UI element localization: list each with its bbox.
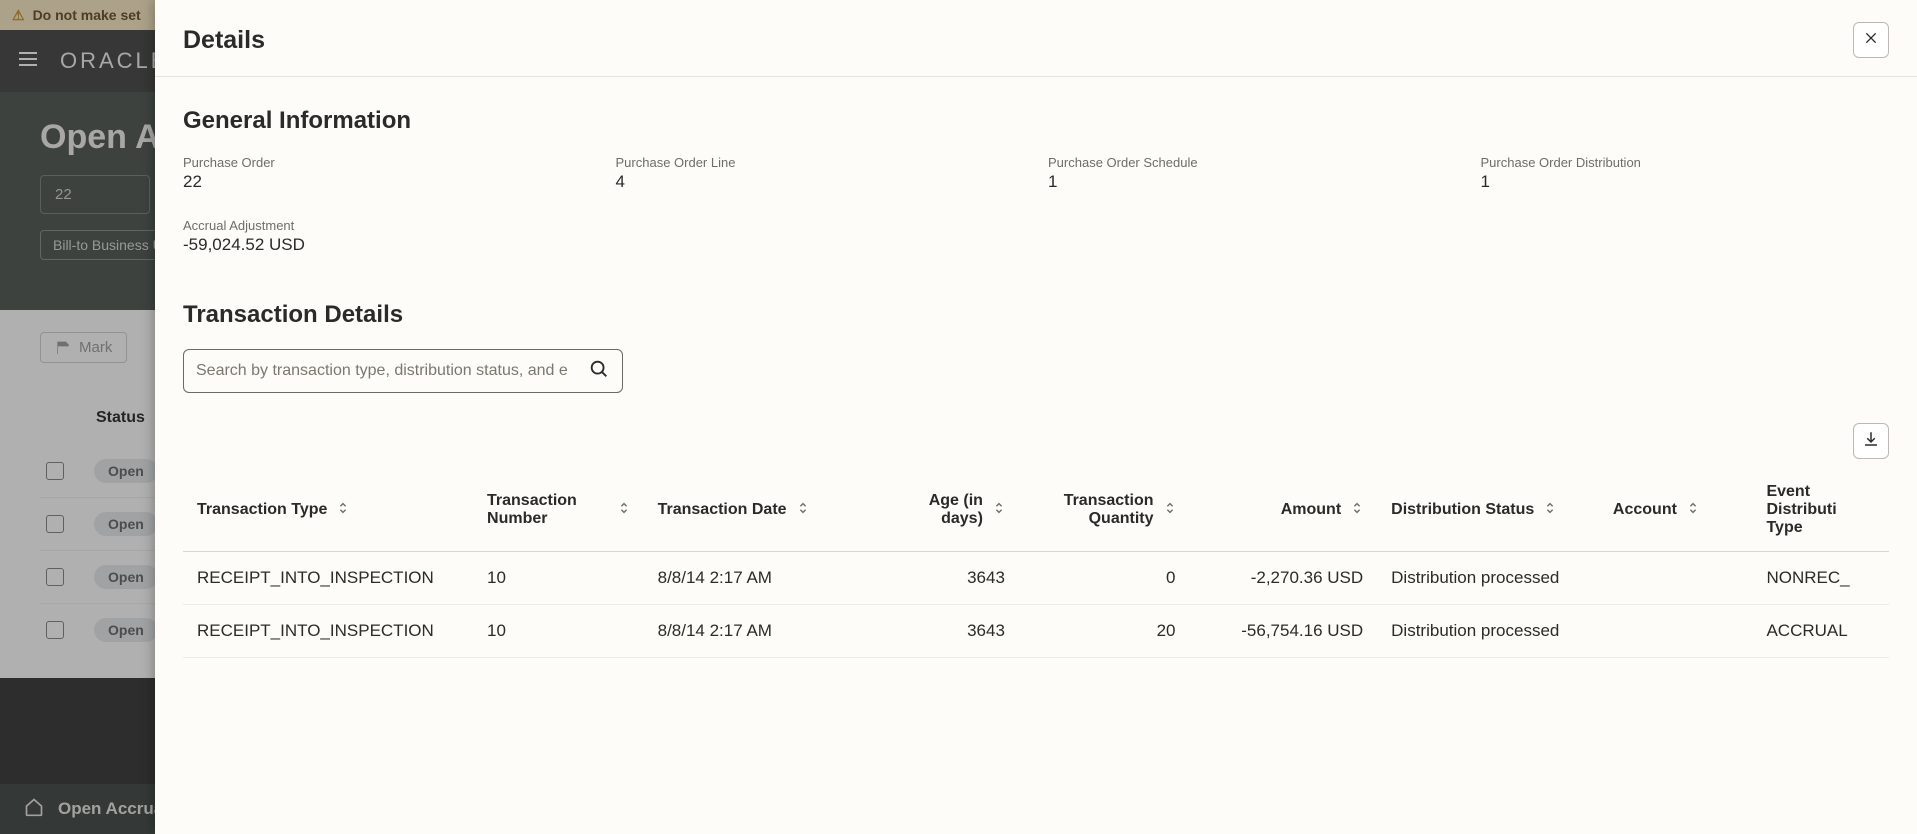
sort-icon (797, 501, 809, 520)
col-label: Transaction Type (197, 501, 327, 519)
field-purchase-order-distribution: Purchase Order Distribution 1 (1481, 155, 1890, 192)
col-label: Age (in days) (896, 492, 982, 528)
transaction-details-heading: Transaction Details (183, 301, 1889, 329)
download-row (183, 423, 1889, 459)
sort-icon (337, 501, 349, 520)
cell-age: 3643 (882, 605, 1018, 658)
cell-qty: 0 (1019, 552, 1190, 605)
col-transaction-date[interactable]: Transaction Date (644, 469, 883, 552)
sort-icon (1687, 501, 1699, 520)
col-label: Distribution Status (1391, 501, 1534, 519)
cell-amount: -56,754.16 USD (1190, 605, 1378, 658)
table-row[interactable]: RECEIPT_INTO_INSPECTION 10 8/8/14 2:17 A… (183, 605, 1889, 658)
download-button[interactable] (1853, 423, 1889, 459)
field-purchase-order-schedule: Purchase Order Schedule 1 (1048, 155, 1457, 192)
sort-icon (1544, 501, 1556, 520)
search-row (183, 349, 1889, 393)
transactions-table: Transaction Type Transaction Number Tran… (183, 469, 1889, 658)
cell-date: 8/8/14 2:17 AM (644, 552, 883, 605)
field-value: -59,024.52 USD (183, 235, 592, 255)
col-label: Transaction Quantity (1033, 492, 1154, 528)
col-label: Transaction Number (487, 492, 608, 528)
col-event-distribution-type[interactable]: Event Distributi Type (1752, 469, 1889, 552)
field-label: Accrual Adjustment (183, 218, 592, 233)
col-transaction-quantity[interactable]: Transaction Quantity (1019, 469, 1190, 552)
col-distribution-status[interactable]: Distribution Status (1377, 469, 1599, 552)
general-info-heading: General Information (183, 107, 1889, 135)
col-label: Event Distributi Type (1766, 483, 1875, 537)
search-icon[interactable] (588, 358, 610, 385)
field-value: 4 (616, 172, 1025, 192)
download-icon (1862, 430, 1880, 453)
col-label: Account (1613, 501, 1677, 519)
field-value: 1 (1048, 172, 1457, 192)
col-label: Amount (1281, 501, 1341, 519)
panel-header: Details (155, 0, 1917, 77)
close-icon (1863, 30, 1879, 51)
cell-number: 10 (473, 552, 644, 605)
field-label: Purchase Order Schedule (1048, 155, 1457, 170)
col-transaction-type[interactable]: Transaction Type (183, 469, 473, 552)
col-account[interactable]: Account (1599, 469, 1753, 552)
sort-icon (618, 501, 630, 520)
cell-type: RECEIPT_INTO_INSPECTION (183, 605, 473, 658)
cell-event-type: NONREC_ (1752, 552, 1889, 605)
table-row[interactable]: RECEIPT_INTO_INSPECTION 10 8/8/14 2:17 A… (183, 552, 1889, 605)
field-accrual-adjustment: Accrual Adjustment -59,024.52 USD (183, 218, 592, 255)
close-button[interactable] (1853, 22, 1889, 58)
field-value: 1 (1481, 172, 1890, 192)
cell-age: 3643 (882, 552, 1018, 605)
field-purchase-order: Purchase Order 22 (183, 155, 592, 192)
cell-number: 10 (473, 605, 644, 658)
cell-type: RECEIPT_INTO_INSPECTION (183, 552, 473, 605)
col-label: Transaction Date (658, 501, 787, 519)
cell-event-type: ACCRUAL (1752, 605, 1889, 658)
sort-icon (1164, 501, 1176, 520)
cell-account (1599, 605, 1753, 658)
sort-icon (993, 501, 1005, 520)
cell-amount: -2,270.36 USD (1190, 552, 1378, 605)
search-box (183, 349, 623, 393)
col-amount[interactable]: Amount (1190, 469, 1378, 552)
panel-title: Details (183, 26, 265, 55)
cell-account (1599, 552, 1753, 605)
cell-dist-status: Distribution processed (1377, 552, 1599, 605)
sort-icon (1351, 501, 1363, 520)
field-label: Purchase Order Line (616, 155, 1025, 170)
panel-body: General Information Purchase Order 22 Pu… (155, 77, 1917, 834)
cell-date: 8/8/14 2:17 AM (644, 605, 883, 658)
field-value: 22 (183, 172, 592, 192)
col-transaction-number[interactable]: Transaction Number (473, 469, 644, 552)
details-panel: Details General Information Purchase Ord… (155, 0, 1917, 834)
general-info-grid: Purchase Order 22 Purchase Order Line 4 … (183, 155, 1889, 255)
field-label: Purchase Order (183, 155, 592, 170)
col-age[interactable]: Age (in days) (882, 469, 1018, 552)
field-purchase-order-line: Purchase Order Line 4 (616, 155, 1025, 192)
field-label: Purchase Order Distribution (1481, 155, 1890, 170)
cell-dist-status: Distribution processed (1377, 605, 1599, 658)
transaction-search-input[interactable] (196, 362, 578, 380)
cell-qty: 20 (1019, 605, 1190, 658)
